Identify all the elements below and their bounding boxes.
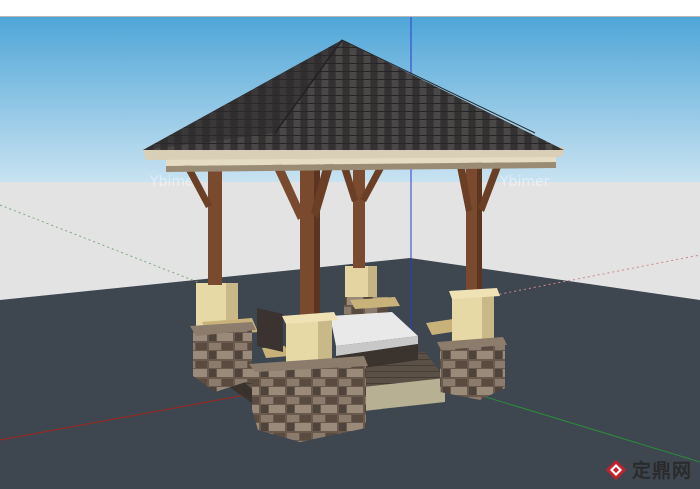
sketchup-viewport[interactable]: Ybimer Ybimer 定鼎网 <box>0 0 700 489</box>
brand-logo: 定鼎网 <box>605 456 692 483</box>
watermark-right: Ybimer <box>499 174 550 190</box>
column-back-mid <box>353 160 365 268</box>
brand-name: 定鼎网 <box>631 460 692 482</box>
model-scene[interactable]: Ybimer Ybimer <box>0 17 700 489</box>
column-front-right-shade <box>477 160 482 296</box>
column-back-left <box>208 160 222 285</box>
toolbar-strip <box>0 0 700 17</box>
pier-front-right-shade <box>482 293 494 345</box>
stone-base-back-left <box>193 326 252 392</box>
stone-base-front-left <box>252 360 366 442</box>
diamond-logo-icon <box>605 459 626 480</box>
daybed-backrest <box>257 308 283 352</box>
